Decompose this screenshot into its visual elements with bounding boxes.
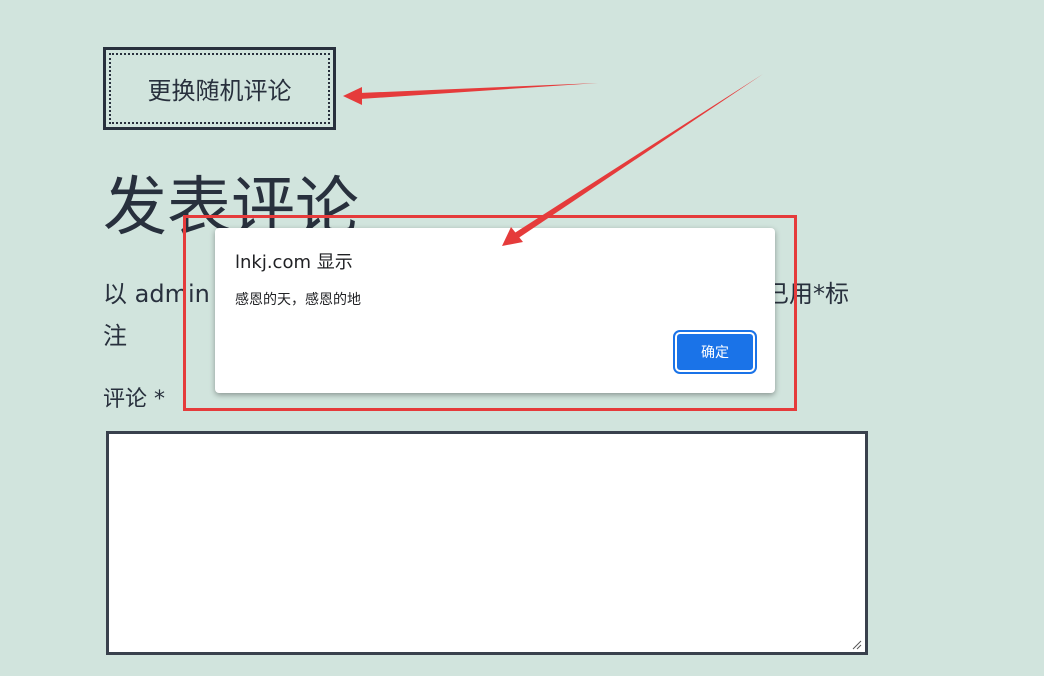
- logged-in-prefix: 以 admin: [103, 280, 210, 308]
- alert-ok-button[interactable]: 确定: [673, 330, 757, 374]
- alert-message: 感恩的天，感恩的地: [235, 292, 361, 308]
- arrow-to-random-button: [343, 83, 598, 105]
- comment-page: 更换随机评论 发表评论 以 admin 已用*标 注 评论 * lnkj.com…: [0, 0, 1044, 676]
- comment-label: 评论 *: [103, 387, 165, 412]
- change-random-comment-button[interactable]: 更换随机评论: [103, 47, 336, 130]
- alert-dialog: lnkj.com 显示 感恩的天，感恩的地 确定: [215, 228, 775, 393]
- arrow-to-alert-dialog: [502, 74, 763, 246]
- comment-textarea[interactable]: [106, 431, 868, 655]
- required-fields-note: 已用*标: [765, 280, 849, 308]
- required-fields-note-line2: 注: [103, 322, 127, 350]
- resize-grip-icon[interactable]: [850, 638, 862, 650]
- alert-title: lnkj.com 显示: [235, 252, 353, 273]
